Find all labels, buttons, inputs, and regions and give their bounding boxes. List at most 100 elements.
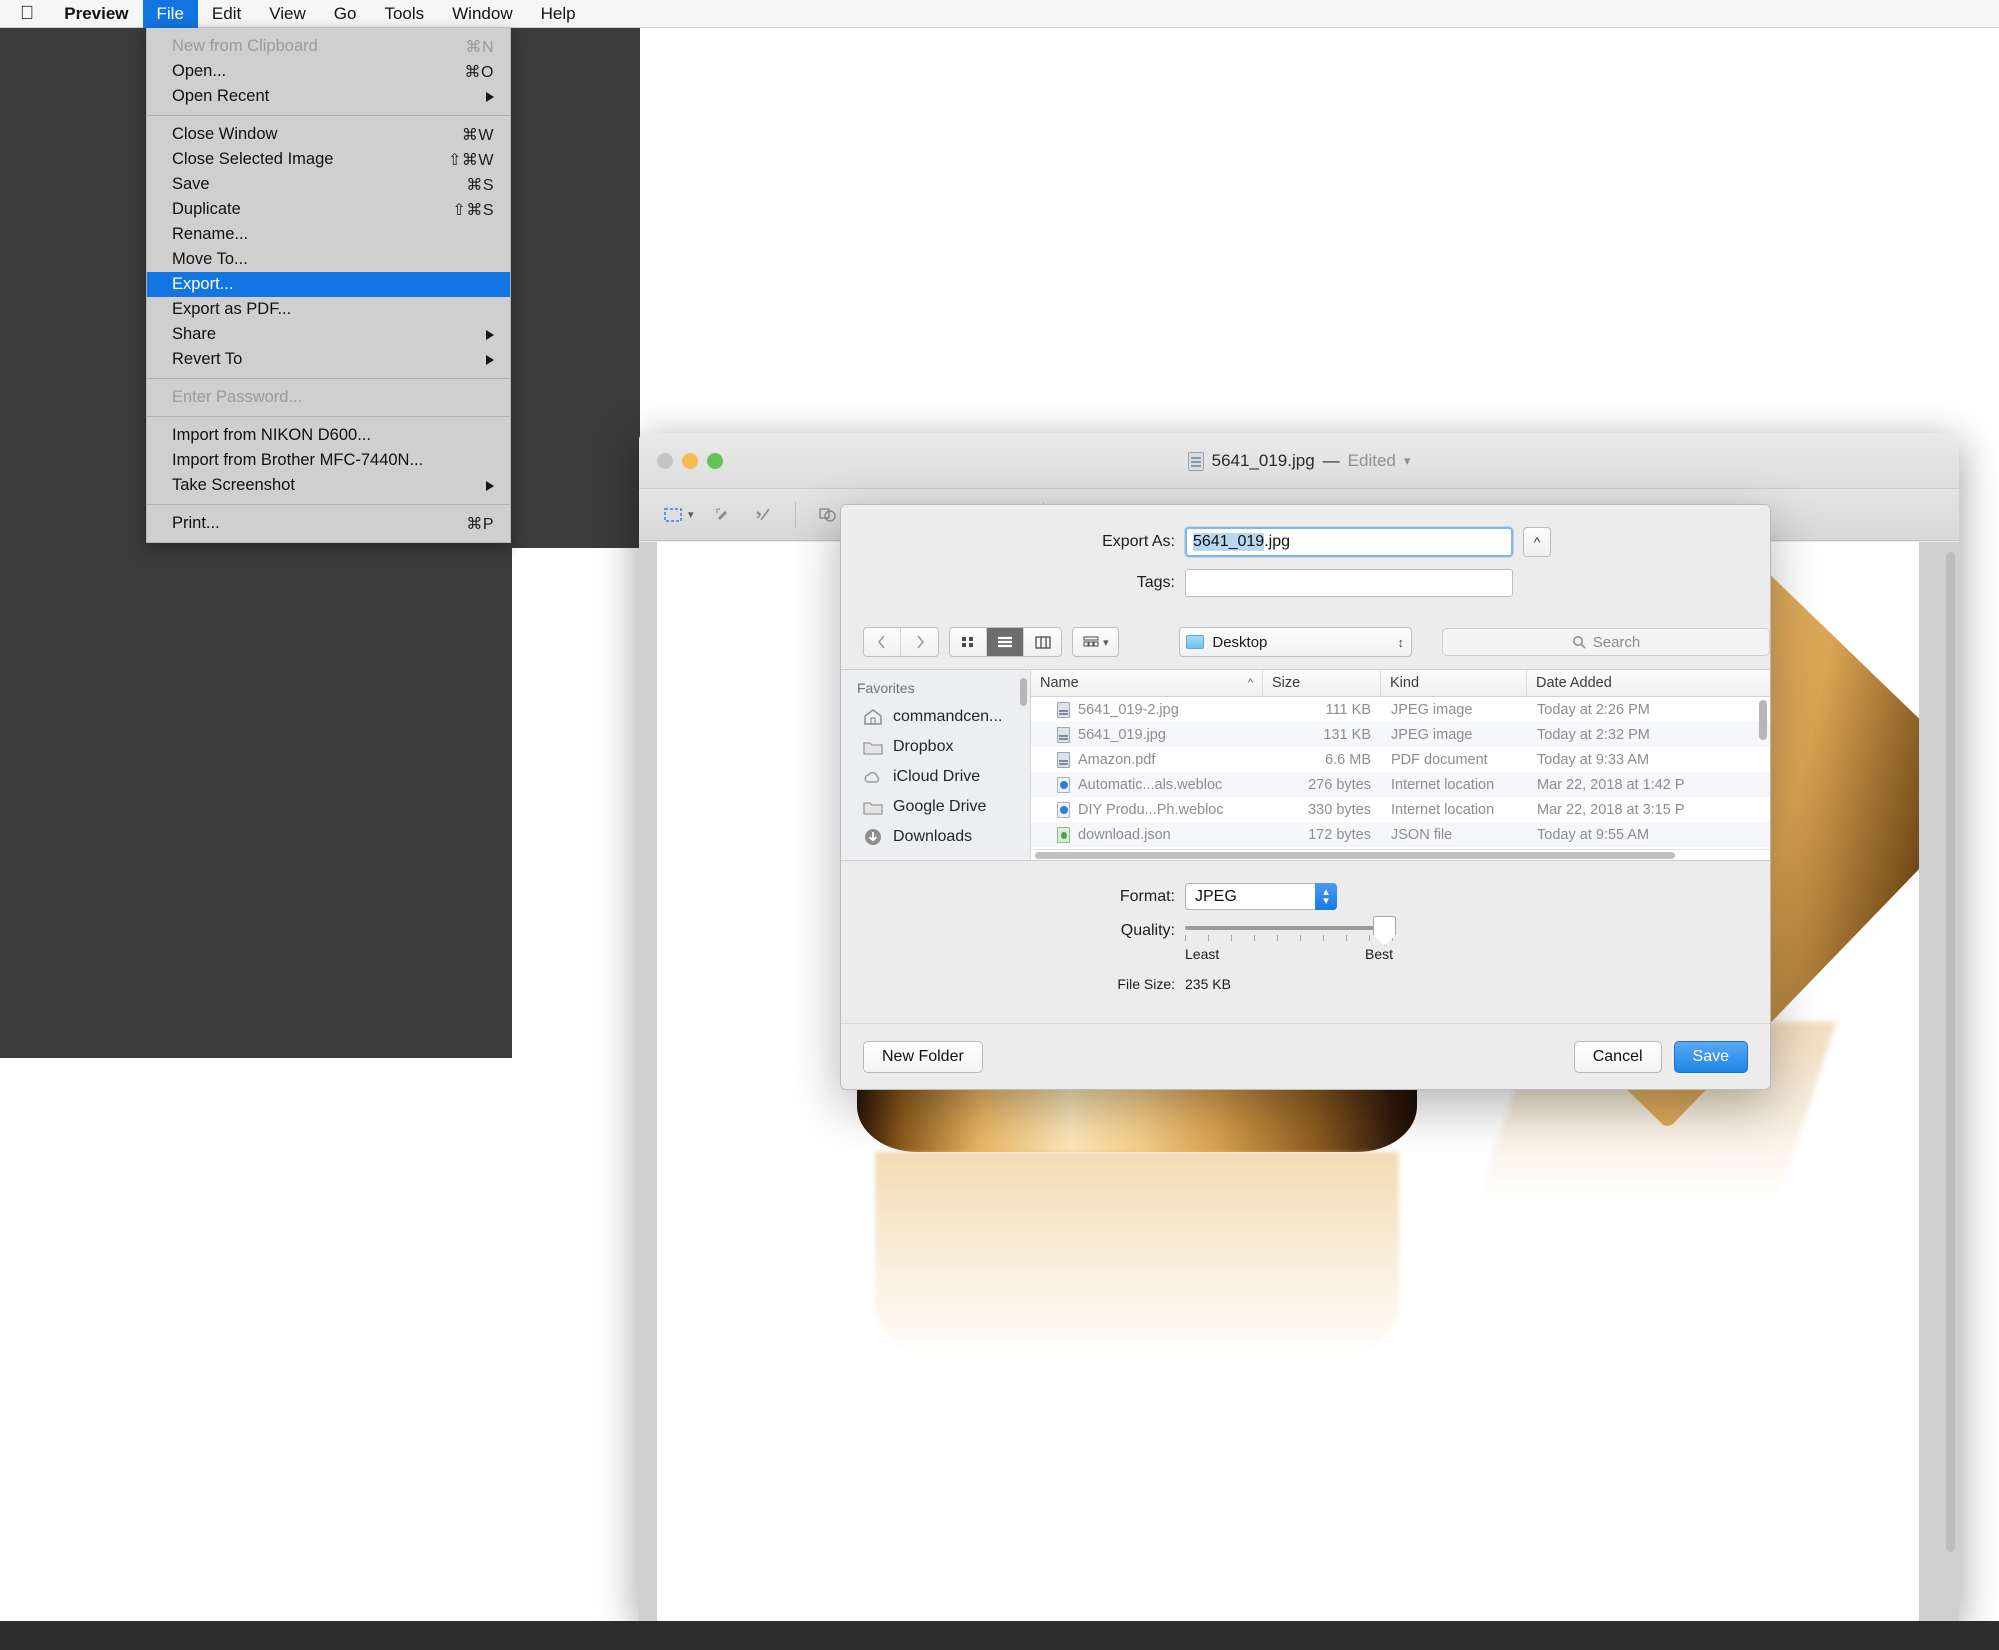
column-header-date-added[interactable]: Date Added	[1527, 670, 1770, 696]
zoom-window-button[interactable]	[707, 452, 723, 469]
sketch-icon[interactable]	[745, 498, 781, 532]
file-row[interactable]: Automatic...als.webloc 276 bytes Interne…	[1031, 772, 1770, 797]
file-size-value: 235 KB	[1185, 976, 1231, 992]
apple-logo-icon[interactable]: 	[0, 0, 50, 28]
chevron-left-icon[interactable]	[864, 628, 902, 656]
format-select[interactable]: JPEG ▴ ▾	[1185, 883, 1337, 910]
nav-back-forward-buttons[interactable]	[863, 627, 940, 657]
file-row[interactable]: 5641_019-2.jpg 111 KB JPEG image Today a…	[1031, 697, 1770, 722]
menubar-item-tools[interactable]: Tools	[370, 0, 438, 28]
export-as-row: Export As: 5641_019 .jpg ^	[841, 527, 1770, 557]
chevron-down-icon[interactable]: ▾	[688, 508, 694, 521]
menubar-item-help[interactable]: Help	[527, 0, 590, 28]
menu-item-revert-to[interactable]: Revert To	[147, 347, 510, 372]
file-row[interactable]: 5641_019.jpg 131 KB JPEG image Today at …	[1031, 722, 1770, 747]
menu-item-import-from-brother[interactable]: Import from Brother MFC-7440N...	[147, 448, 510, 473]
menu-item-shortcut: ⇧⌘W	[447, 151, 494, 169]
minimize-window-button[interactable]	[682, 452, 698, 469]
chevron-down-icon[interactable]: ▾	[1404, 453, 1411, 469]
menu-item-duplicate[interactable]: Duplicate ⇧⌘S	[147, 197, 510, 222]
menubar-item-window[interactable]: Window	[438, 0, 526, 28]
file-size: 276 bytes	[1308, 776, 1371, 793]
sidebar-item-google-drive[interactable]: Google Drive	[841, 792, 1030, 822]
window-title-bar[interactable]: 5641_019.jpg — Edited ▾	[639, 433, 1959, 489]
sidebar-scrollbar[interactable]	[1020, 678, 1027, 706]
menu-item-shortcut: ⌘P	[466, 515, 494, 533]
menu-item-shortcut: ⌘S	[466, 176, 494, 194]
search-input[interactable]: Search	[1442, 628, 1770, 656]
column-header-kind[interactable]: Kind	[1381, 670, 1527, 696]
group-by-button[interactable]: ▾	[1072, 627, 1120, 657]
file-row[interactable]: DIY Produ...Ph.webloc 330 bytes Internet…	[1031, 797, 1770, 822]
menu-item-open[interactable]: Open... ⌘O	[147, 59, 510, 84]
group-by-icon[interactable]: ▾	[1073, 628, 1118, 656]
slider-ticks	[1185, 935, 1393, 941]
window-traffic-lights[interactable]	[657, 452, 723, 469]
menu-item-shortcut: ⌘N	[465, 38, 494, 56]
chevron-down-icon[interactable]: ▾	[1103, 636, 1109, 649]
icon-view-icon[interactable]	[950, 628, 988, 656]
menu-item-shortcut: ⇧⌘S	[452, 201, 494, 219]
title-separator: —	[1322, 451, 1340, 470]
menu-item-export-as-pdf[interactable]: Export as PDF...	[147, 297, 510, 322]
list-view-icon[interactable]	[987, 628, 1025, 656]
save-button[interactable]: Save	[1673, 1040, 1748, 1073]
rectangular-selection-icon[interactable]: ▾	[655, 498, 701, 532]
document-vertical-scrollbar[interactable]	[1946, 552, 1955, 1562]
export-as-label: Export As:	[1102, 533, 1175, 550]
export-as-input[interactable]: 5641_019 .jpg	[1185, 527, 1513, 557]
view-mode-buttons[interactable]	[949, 627, 1063, 657]
menu-item-label: New from Clipboard	[172, 37, 318, 55]
close-window-button[interactable]	[657, 452, 673, 469]
menu-item-label: Close Window	[172, 125, 278, 143]
file-row[interactable]: download.json 172 bytes JSON file Today …	[1031, 822, 1770, 847]
quality-slider[interactable]	[1185, 916, 1396, 946]
file-browser: Favorites commandcen... Dropbox iCloud D…	[841, 669, 1770, 861]
menu-separator	[147, 504, 510, 505]
menubar-item-preview[interactable]: Preview	[50, 0, 142, 28]
sidebar-item-icloud-drive[interactable]: iCloud Drive	[841, 762, 1030, 792]
sidebar-item-dropbox[interactable]: Dropbox	[841, 732, 1030, 762]
menubar-item-view[interactable]: View	[255, 0, 320, 28]
menu-item-print[interactable]: Print... ⌘P	[147, 511, 510, 536]
menu-item-open-recent[interactable]: Open Recent	[147, 84, 510, 109]
cancel-button[interactable]: Cancel	[1573, 1040, 1662, 1073]
menu-item-export[interactable]: Export...	[147, 272, 510, 297]
file-row[interactable]: Amazon.pdf 6.6 MB PDF document Today at …	[1031, 747, 1770, 772]
jar-reflection	[875, 1152, 1399, 1362]
column-header-size[interactable]: Size	[1263, 670, 1381, 696]
tags-input[interactable]	[1185, 569, 1513, 597]
file-kind: PDF document	[1391, 751, 1488, 768]
chevron-up-icon[interactable]: ^	[1523, 527, 1551, 557]
slider-knob[interactable]	[1373, 916, 1396, 946]
menubar-item-file[interactable]: File	[142, 0, 198, 28]
location-popup-button[interactable]: Desktop ↕	[1179, 627, 1412, 657]
scrollbar-thumb[interactable]	[1946, 552, 1955, 1552]
sidebar-item-downloads[interactable]: Downloads	[841, 822, 1030, 852]
menu-item-import-from-nikon[interactable]: Import from NIKON D600...	[147, 423, 510, 448]
file-kind: JSON file	[1391, 826, 1453, 843]
file-list-horizontal-scrollbar[interactable]	[1031, 849, 1770, 860]
menu-item-close-selected-image[interactable]: Close Selected Image ⇧⌘W	[147, 147, 510, 172]
up-down-chevron-icon[interactable]: ▴ ▾	[1315, 883, 1337, 910]
menu-item-rename[interactable]: Rename...	[147, 222, 510, 247]
menu-item-close-window[interactable]: Close Window ⌘W	[147, 122, 510, 147]
menu-item-save[interactable]: Save ⌘S	[147, 172, 510, 197]
menu-item-take-screenshot[interactable]: Take Screenshot	[147, 473, 510, 498]
menubar-item-go[interactable]: Go	[320, 0, 371, 28]
instant-alpha-icon[interactable]	[705, 498, 741, 532]
scrollbar-thumb[interactable]	[1035, 852, 1675, 859]
file-list-vertical-scrollbar[interactable]	[1759, 700, 1767, 740]
column-view-icon[interactable]	[1024, 628, 1061, 656]
chevron-right-icon[interactable]	[901, 628, 938, 656]
new-folder-button[interactable]: New Folder	[863, 1040, 983, 1073]
export-dialog-header: Export As: 5641_019 .jpg ^ Tags:	[841, 505, 1770, 623]
sidebar-item-label: Downloads	[893, 828, 973, 845]
sidebar-item-commandcenter[interactable]: commandcen...	[841, 702, 1030, 732]
cloud-icon	[864, 771, 880, 783]
up-down-chevron-icon[interactable]: ↕	[1398, 636, 1405, 649]
menu-item-move-to[interactable]: Move To...	[147, 247, 510, 272]
menubar-item-edit[interactable]: Edit	[198, 0, 255, 28]
column-header-name[interactable]: Name ^	[1031, 670, 1263, 696]
menu-item-share[interactable]: Share	[147, 322, 510, 347]
